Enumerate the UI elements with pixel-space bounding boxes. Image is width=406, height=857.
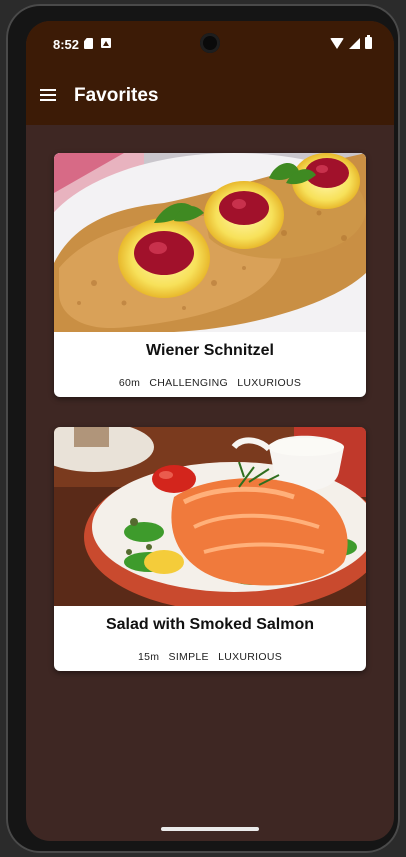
front-camera [200, 33, 220, 53]
wifi-icon [330, 37, 344, 49]
meal-title: Wiener Schnitzel [146, 342, 274, 359]
app-bar: 8:52 Favorites [26, 21, 394, 125]
meal-duration: 15m [137, 651, 160, 663]
phone-bezel: 8:52 Favorites Wiener Schnitzel 60m CHAL… [6, 4, 400, 853]
meal-meta: 15m SIMPLE LUXURIOUS [54, 651, 366, 663]
battery-icon [365, 35, 372, 49]
meal-card-wiener-schnitzel[interactable]: Wiener Schnitzel 60m CHALLENGING LUXURIO… [54, 153, 366, 397]
sim-card-icon [84, 38, 93, 49]
meal-meta: 60m CHALLENGING LUXURIOUS [54, 377, 366, 389]
meal-affordability: LUXURIOUS [218, 651, 283, 663]
meal-complexity: SIMPLE [168, 651, 209, 663]
gesture-navigation-bar[interactable] [161, 827, 259, 831]
page-title: Favorites [74, 85, 159, 106]
status-right-icons [330, 35, 372, 49]
app-screen: 8:52 Favorites Wiener Schnitzel 60m CHAL… [26, 21, 394, 841]
meal-card-smoked-salmon-salad[interactable]: Salad with Smoked Salmon 15m SIMPLE LUXU… [54, 427, 366, 671]
smoked-salmon-salad-photo [54, 427, 366, 606]
status-time: 8:52 [53, 37, 80, 52]
meal-title: Salad with Smoked Salmon [105, 616, 315, 633]
meal-image-schnitzel [54, 153, 366, 332]
meal-image-salmon-salad [54, 427, 366, 606]
meal-affordability: LUXURIOUS [237, 377, 302, 389]
status-left-icons [84, 38, 111, 49]
meal-duration: 60m [118, 377, 141, 389]
hamburger-menu-icon[interactable] [36, 83, 60, 107]
phone-frame: 8:52 Favorites Wiener Schnitzel 60m CHAL… [0, 0, 406, 857]
schnitzel-photo [54, 153, 366, 332]
signal-icon [349, 37, 360, 49]
meal-complexity: CHALLENGING [149, 377, 228, 389]
photo-icon [101, 38, 111, 48]
